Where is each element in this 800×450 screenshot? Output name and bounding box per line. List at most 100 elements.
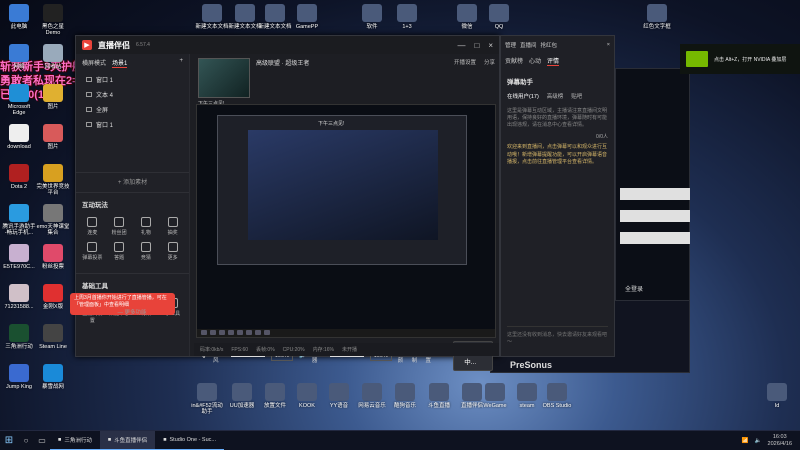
tool-button[interactable]: 连麦 [80,217,105,236]
desktop-shortcut[interactable]: 放置文件 [258,383,292,409]
desktop-shortcut[interactable]: 此电脑 [2,4,36,30]
login-link[interactable]: 全登录 [625,284,643,293]
desktop-shortcut[interactable]: OBS Studio [540,383,574,409]
desktop-shortcut[interactable]: 微信 [450,4,484,30]
desktop-shortcut[interactable]: Microsoft Edge [2,84,36,116]
desktop-shortcut[interactable]: 完美世界竞技平台 [36,164,70,196]
tool-button[interactable]: 粉丝团 [107,217,132,236]
desktop-shortcut[interactable]: 网络 [2,44,36,70]
login-field-3[interactable] [620,232,690,244]
login-field-2[interactable] [620,210,690,222]
tool-button[interactable]: 礼物 [134,217,159,236]
desktop-shortcut[interactable]: Jump King [2,364,36,390]
tab-contribution[interactable]: 贡献榜 [505,56,523,66]
app-titlebar[interactable]: ▶ 直播伴侣 6.57.4 — □ × [76,36,499,54]
danmaku-head-redpacket[interactable]: 抢红包 [541,41,558,49]
tab-rank[interactable]: 高级榜 [547,92,564,100]
tool-label: 礼物 [140,230,151,236]
desktop-shortcut[interactable]: 1+3 [390,4,424,30]
recycle-icon [43,44,63,62]
tool-button[interactable]: 弹幕投票 [80,242,105,261]
desktop-shortcut[interactable]: E5TE970C... [2,244,36,270]
desktop-shortcut[interactable]: download [2,124,36,150]
desktop-shortcut[interactable]: WeGame [478,383,512,409]
desktop-shortcut[interactable]: GamePP [290,4,324,30]
desktop-shortcut[interactable]: 黑色之星 Demo [36,4,70,36]
desktop-shortcut[interactable]: 回收站 [36,44,70,70]
source-item[interactable]: 窗口 1 [76,117,189,132]
desktop-shortcut[interactable]: Id [760,383,794,409]
desktop-shortcut[interactable]: steam [510,383,544,409]
danmaku-head: 管理 直播间 抢红包 × [501,36,614,54]
scene-thumbnail[interactable] [198,58,250,98]
tool-button[interactable]: 竞猜 [134,242,159,261]
desktop-shortcut[interactable]: 图片 [36,124,70,150]
game-icon [43,4,63,22]
nvidia-notification[interactable]: 点击 Alt+Z，打开 NVIDIA 叠加层 [680,44,800,74]
desktop-shortcut[interactable]: 图片 [36,84,70,110]
taskbar-app[interactable]: ■ 斗鱼直播伴侣 [99,430,156,450]
desktop-shortcut-label: 图片 [47,144,59,150]
source-item[interactable]: 窗口 1 [76,72,189,87]
desktop-shortcut[interactable]: 斗鱼直播 [422,383,456,409]
desktop-shortcut[interactable]: 新建文本文档 [195,4,229,30]
search-icon[interactable]: ○ [18,431,34,450]
volume-tray-icon[interactable]: 🔈 [755,438,762,444]
source-item[interactable]: 全屏 [76,102,189,117]
desktop-shortcut[interactable]: Dota 2 [2,164,36,190]
desktop-shortcut[interactable]: 软件 [355,4,389,30]
desktop-shortcut[interactable]: 暴雪战网 [36,364,70,390]
tab-online-users[interactable]: 在线用户(17) [507,92,539,100]
stream-preview[interactable]: 下午三点见! [196,104,496,338]
desktop-shortcut-label: 暴雪战网 [41,384,64,390]
network-tray-icon[interactable]: 📶 [742,438,749,444]
clock[interactable]: 16:03 2026/4/16 [768,434,792,447]
desktop-shortcut[interactable]: in&#F52流动助手 [190,383,224,415]
desktop-shortcut[interactable]: emo天神课堂集合 [36,204,70,236]
desktop-shortcut[interactable]: 新建文本文档 [258,4,292,30]
task-view-icon[interactable]: ▭ [34,431,50,450]
tool-icon [87,217,98,227]
desktop-shortcut[interactable]: YY语音 [322,383,356,409]
more-functions-link[interactable]: — 更多功能 [75,308,189,316]
desktop-shortcut[interactable]: 网易云音乐 [355,383,389,409]
danmaku-head-manage[interactable]: 管理 [505,41,516,49]
source-label: 窗口 1 [96,78,114,84]
taskbar-app[interactable]: ■ 三角洲行动 [50,431,100,450]
taskbar-app[interactable]: ■ Studio One - Suc... [155,431,224,450]
start-icon[interactable]: ⊞ [0,431,18,450]
tab-comments[interactable]: 评情 [547,56,560,66]
panel-close-icon[interactable]: × [607,42,610,48]
source-item[interactable]: 文本 4 [76,87,189,102]
desktop-shortcut[interactable]: 红色文字框 [640,4,674,30]
tab-forum[interactable]: 贴吧 [571,92,582,100]
tool-button[interactable]: 更多 [160,242,185,261]
desktop-shortcut[interactable]: KOOK [290,383,324,409]
tool-button[interactable]: 抽奖 [160,217,185,236]
danmaku-input[interactable]: 这里还没有收到消息，快去邀请好友来观看吧～ [507,326,608,345]
close-icon[interactable]: × [488,41,493,50]
desktop-shortcut[interactable]: 新建文本文档 [228,4,262,30]
add-scene-icon[interactable]: + [179,58,183,68]
desktop-shortcut[interactable]: 酷狗音乐 [388,383,422,409]
desktop-shortcut[interactable]: QQ [482,4,516,30]
login-field-1[interactable] [620,188,690,200]
desktop-shortcut[interactable]: 71231588... [2,284,36,310]
desktop-shortcut[interactable]: Steam Line [36,324,70,350]
desktop-shortcut-label: OBS Studio [542,403,572,409]
desktop-shortcut[interactable]: 腾讯手游助手 -畅玩手机... [2,204,36,236]
maximize-icon[interactable]: □ [474,41,479,50]
desktop-shortcut-label: Microsoft Edge [7,104,31,117]
tool-button[interactable]: 答题 [107,242,132,261]
desktop-shortcut[interactable]: 三角洲行动 [2,324,36,350]
mode-select[interactable]: 横屏模式 [82,58,106,68]
desktop-shortcut[interactable]: UU加速器 [225,383,259,409]
add-source-button[interactable]: + 添加素材 [76,172,189,186]
tab-heart[interactable]: 心动 [529,56,541,66]
danmaku-head-room[interactable]: 直播间 [520,41,537,49]
scene-tab[interactable]: 场景1 [112,58,128,68]
app-icon [43,284,63,302]
minimize-icon[interactable]: — [457,41,465,50]
desktop-shortcut[interactable]: 粉丝投票 [36,244,70,270]
desktop-shortcut[interactable]: 金刚X版 [36,284,70,310]
